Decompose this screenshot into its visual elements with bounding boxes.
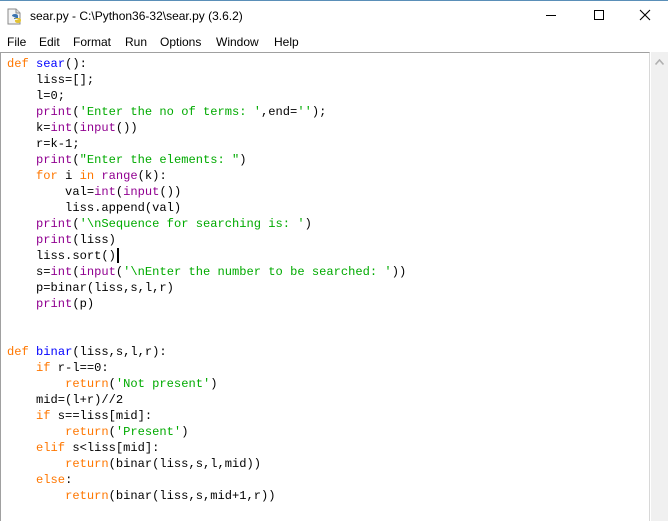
code-line[interactable]: liss=[]; (7, 72, 406, 88)
minimize-icon (545, 8, 557, 26)
code-line[interactable]: return(binar(liss,s,l,mid)) (7, 456, 406, 472)
code-line[interactable]: else: (7, 472, 406, 488)
code-area[interactable]: def sear(): liss=[]; l=0; print('Enter t… (7, 56, 406, 504)
code-line[interactable]: liss.append(val) (7, 200, 406, 216)
menu-run[interactable]: Run (125, 35, 147, 49)
menu-file[interactable]: File (7, 35, 26, 49)
menu-options[interactable]: Options (160, 35, 201, 49)
code-line[interactable]: for i in range(k): (7, 168, 406, 184)
code-line[interactable]: s=int(input('\nEnter the number to be se… (7, 264, 406, 280)
menu-format[interactable]: Format (73, 35, 111, 49)
menu-edit[interactable]: Edit (39, 35, 60, 49)
maximize-icon (593, 8, 605, 26)
code-line[interactable]: def binar(liss,s,l,r): (7, 344, 406, 360)
code-line[interactable]: liss.sort() (7, 248, 406, 264)
close-button[interactable] (622, 1, 668, 33)
close-icon (639, 8, 651, 26)
code-line[interactable]: elif s<liss[mid]: (7, 440, 406, 456)
code-line[interactable]: def sear(): (7, 56, 406, 72)
code-line[interactable]: print("Enter the elements: ") (7, 152, 406, 168)
menu-bar: File Edit Format Run Options Window Help (0, 32, 668, 52)
code-line[interactable]: return('Present') (7, 424, 406, 440)
vertical-scrollbar[interactable] (651, 52, 668, 521)
code-line[interactable]: print('\nSequence for searching is: ') (7, 216, 406, 232)
code-line[interactable]: l=0; (7, 88, 406, 104)
code-editor[interactable]: def sear(): liss=[]; l=0; print('Enter t… (0, 52, 650, 521)
scroll-up-button[interactable] (651, 52, 668, 69)
code-line[interactable]: return('Not present') (7, 376, 406, 392)
code-line[interactable]: return(binar(liss,s,mid+1,r)) (7, 488, 406, 504)
code-line[interactable]: print(p) (7, 296, 406, 312)
code-line[interactable]: print(liss) (7, 232, 406, 248)
code-line[interactable]: ​ (7, 328, 406, 344)
code-line[interactable]: if s==liss[mid]: (7, 408, 406, 424)
maximize-button[interactable] (576, 1, 622, 33)
code-line[interactable]: print('Enter the no of terms: ',end=''); (7, 104, 406, 120)
python-file-icon (7, 8, 23, 25)
title-bar[interactable]: sear.py - C:\Python36-32\sear.py (3.6.2) (0, 0, 668, 32)
menu-window[interactable]: Window (216, 35, 259, 49)
code-line[interactable]: p=binar(liss,s,l,r) (7, 280, 406, 296)
menu-help[interactable]: Help (274, 35, 299, 49)
window-title: sear.py - C:\Python36-32\sear.py (3.6.2) (30, 9, 243, 23)
text-cursor (116, 248, 119, 263)
code-line[interactable]: r=k-1; (7, 136, 406, 152)
code-line[interactable]: ​ (7, 312, 406, 328)
code-line[interactable]: if r-l==0: (7, 360, 406, 376)
chevron-up-icon (654, 52, 665, 70)
code-line[interactable]: val=int(input()) (7, 184, 406, 200)
minimize-button[interactable] (528, 1, 574, 33)
code-line[interactable]: mid=(l+r)//2 (7, 392, 406, 408)
code-line[interactable]: k=int(input()) (7, 120, 406, 136)
